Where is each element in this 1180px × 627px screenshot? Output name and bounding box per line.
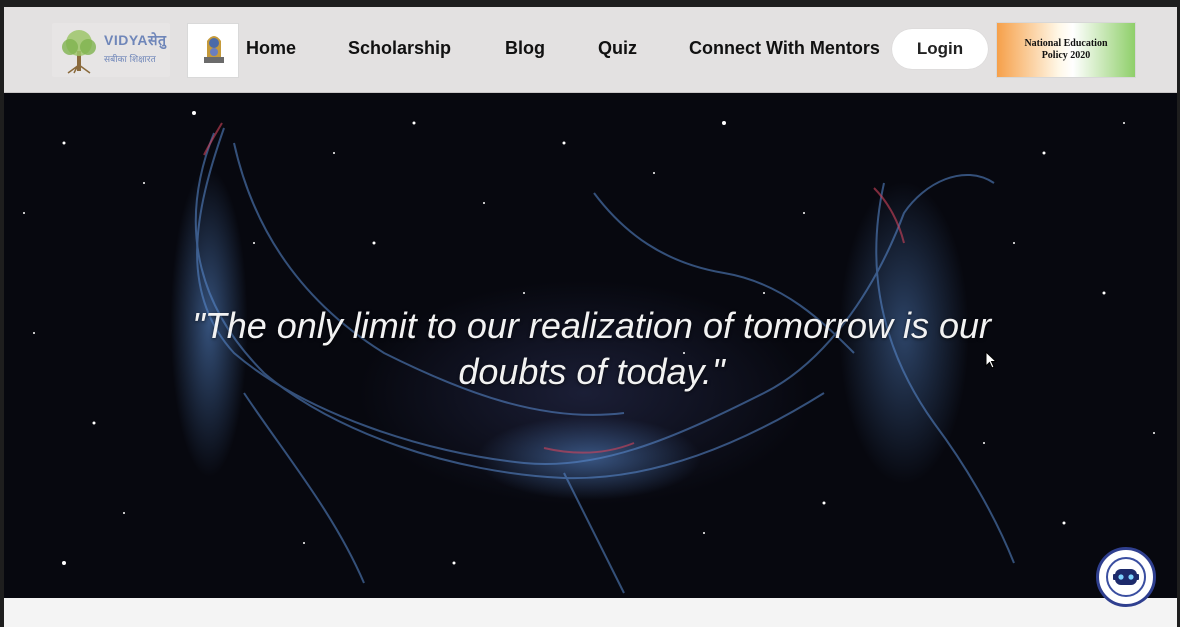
hero-quote-line1: "The only limit to our realization of to… — [191, 305, 992, 346]
mouse-cursor-icon — [985, 351, 997, 369]
nav-scholarship[interactable]: Scholarship — [348, 38, 451, 59]
nav-home[interactable]: Home — [246, 38, 296, 59]
national-emblem — [187, 23, 239, 78]
tree-logo-icon — [62, 30, 96, 74]
nep-badge-text: National Education Policy 2020 — [997, 38, 1135, 62]
brand-logo[interactable]: VIDYAसेतु सबीका शिक्षारत — [52, 23, 170, 77]
login-button[interactable]: Login — [892, 29, 988, 69]
nav-connect-with-mentors[interactable]: Connect With Mentors — [689, 38, 880, 59]
hero-quote-line2: doubts of today." — [458, 351, 725, 392]
chatbot-button[interactable] — [1096, 547, 1156, 607]
chatbot-robot-icon — [1106, 557, 1146, 597]
nep-badge-line1: National Education — [1024, 38, 1108, 49]
brand-tagline: सबीका शिक्षारत — [104, 55, 156, 65]
national-emblem-icon — [204, 36, 224, 63]
nep-2020-badge[interactable]: National Education Policy 2020 — [996, 22, 1136, 78]
nav-quiz[interactable]: Quiz — [598, 38, 637, 59]
hero-quote: "The only limit to our realization of to… — [114, 303, 1069, 395]
top-navbar: VIDYAसेतु सबीका शिक्षारत Home Scholarshi… — [4, 7, 1177, 93]
browser-viewport: VIDYAसेतु सबीका शिक्षारत Home Scholarshi… — [4, 7, 1177, 627]
page-bottom-section — [4, 598, 1177, 627]
hero-banner: "The only limit to our realization of to… — [4, 93, 1177, 598]
nep-badge-line2: Policy 2020 — [1041, 50, 1091, 61]
nav-blog[interactable]: Blog — [505, 38, 545, 59]
brand-name: VIDYAसेतु — [104, 32, 167, 48]
